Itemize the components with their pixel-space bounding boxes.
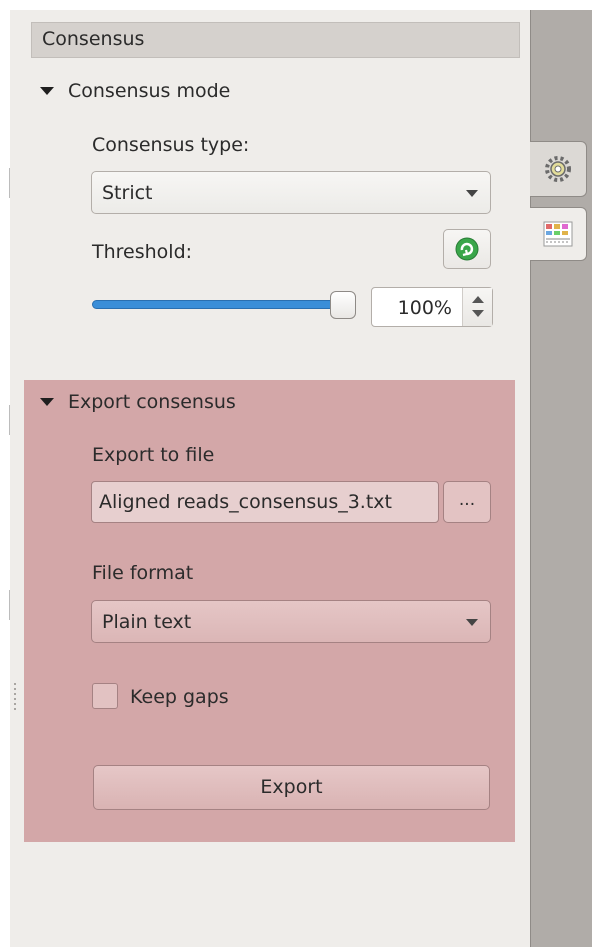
file-format-select[interactable]: Plain text bbox=[91, 600, 491, 643]
spin-down-icon[interactable] bbox=[472, 310, 484, 317]
left-edge-mark bbox=[9, 590, 10, 620]
export-file-input[interactable]: Aligned reads_consensus_3.txt bbox=[91, 481, 439, 523]
threshold-slider-handle[interactable] bbox=[330, 291, 356, 319]
keep-gaps-label[interactable]: Keep gaps bbox=[130, 686, 229, 708]
consensus-type-select[interactable]: Strict bbox=[91, 171, 491, 214]
collapse-triangle-icon bbox=[40, 398, 54, 406]
export-button[interactable]: Export bbox=[93, 765, 490, 810]
export-to-file-label: Export to file bbox=[92, 444, 215, 466]
reset-threshold-button[interactable] bbox=[443, 229, 491, 269]
panel-title: Consensus bbox=[31, 22, 520, 58]
threshold-value: 100% bbox=[397, 297, 452, 319]
gear-icon bbox=[545, 156, 571, 182]
threshold-spinbox[interactable]: 100% bbox=[371, 287, 493, 327]
splitter-handle[interactable] bbox=[14, 683, 16, 713]
export-consensus-toggle[interactable]: Export consensus bbox=[40, 391, 236, 413]
keep-gaps-checkbox[interactable] bbox=[92, 683, 118, 709]
file-format-label: File format bbox=[92, 562, 194, 584]
consensus-mode-toggle[interactable]: Consensus mode bbox=[40, 80, 230, 102]
threshold-slider-track[interactable] bbox=[92, 300, 347, 309]
threshold-label: Threshold: bbox=[92, 241, 193, 263]
consensus-type-value: Strict bbox=[102, 182, 153, 204]
table-icon bbox=[543, 221, 573, 247]
spin-buttons[interactable] bbox=[462, 288, 492, 326]
spin-up-icon[interactable] bbox=[472, 296, 484, 303]
consensus-type-label: Consensus type: bbox=[92, 134, 250, 156]
collapse-triangle-icon bbox=[40, 87, 54, 95]
tab-alignment-table[interactable] bbox=[530, 207, 587, 261]
chevron-down-icon bbox=[466, 190, 478, 197]
left-edge-mark bbox=[9, 405, 10, 435]
chevron-down-icon bbox=[466, 619, 478, 626]
left-edge-mark bbox=[9, 168, 10, 198]
refresh-icon bbox=[455, 237, 479, 261]
consensus-mode-title: Consensus mode bbox=[68, 80, 231, 102]
tab-settings[interactable] bbox=[530, 141, 587, 197]
export-consensus-title: Export consensus bbox=[68, 391, 236, 413]
file-format-value: Plain text bbox=[102, 611, 192, 633]
browse-button[interactable]: ... bbox=[443, 481, 491, 523]
